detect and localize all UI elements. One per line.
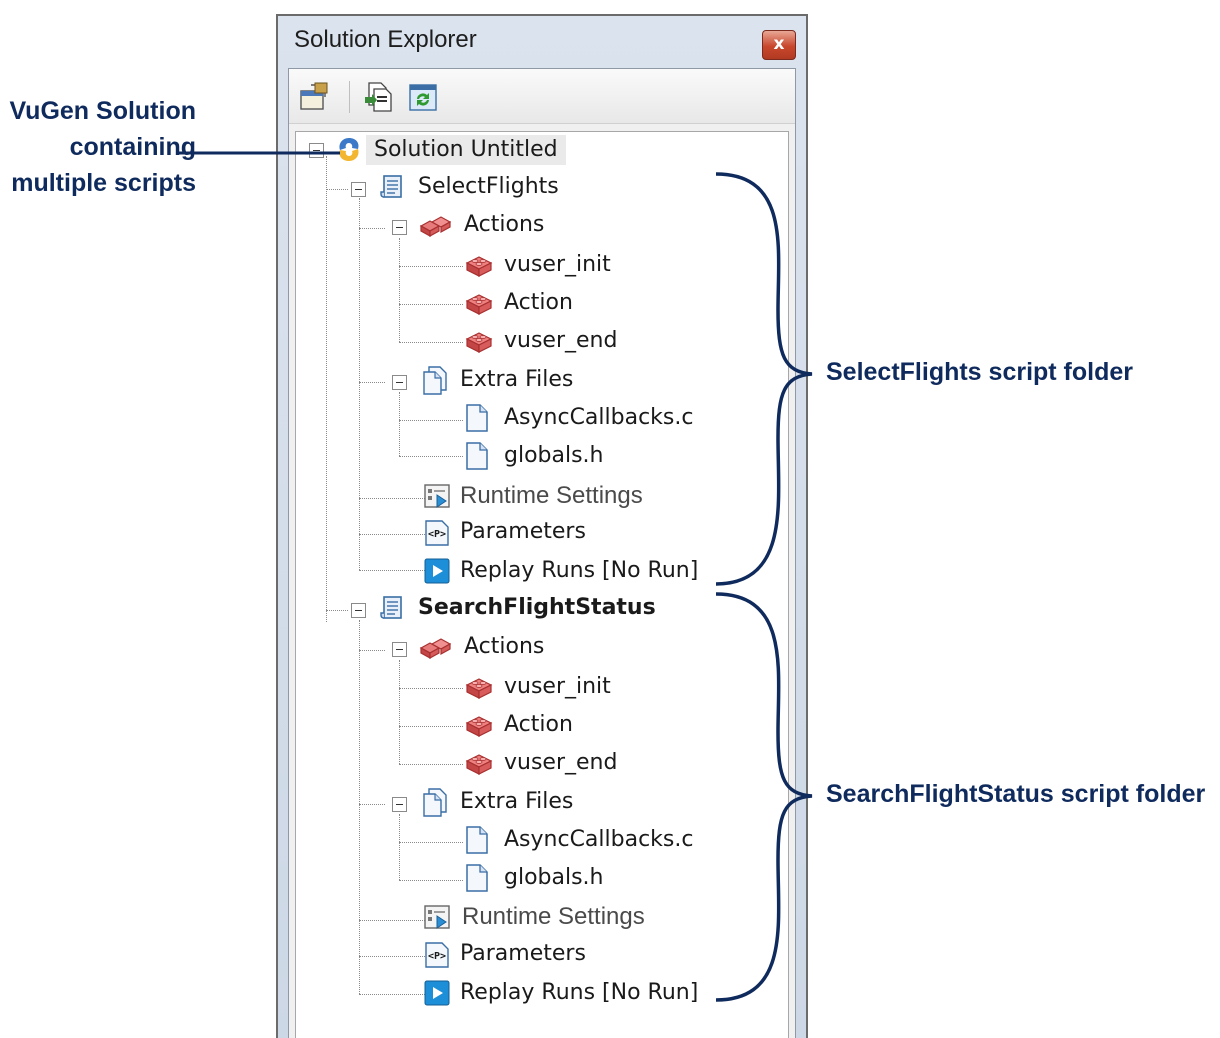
bracket-script2 — [715, 592, 813, 1002]
bracket-script1 — [715, 172, 813, 586]
annotation-overlay — [176, 151, 813, 1002]
